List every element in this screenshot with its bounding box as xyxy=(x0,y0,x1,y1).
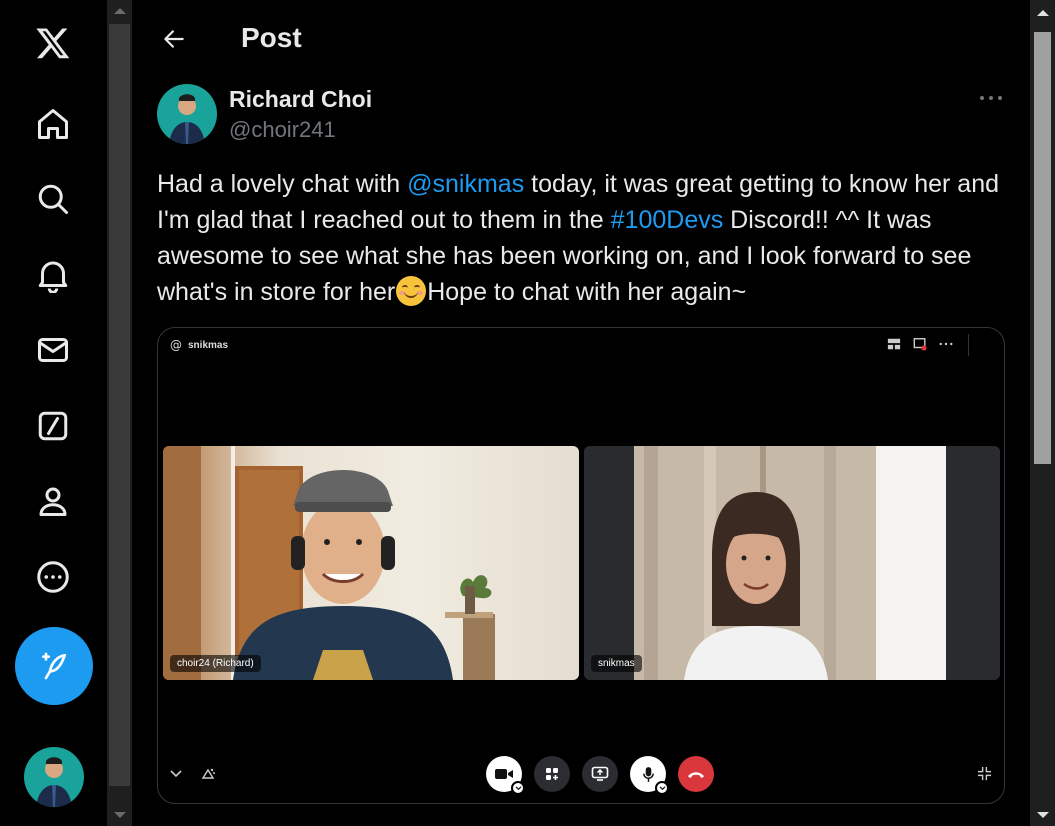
account-avatar[interactable] xyxy=(24,747,84,807)
search-icon[interactable] xyxy=(24,170,82,228)
layout-grid-icon xyxy=(886,336,902,352)
scrollbar-thumb[interactable] xyxy=(109,24,130,786)
profile-icon[interactable] xyxy=(24,472,82,530)
at-sign-icon: @ xyxy=(170,338,182,352)
microphone-icon xyxy=(642,766,654,782)
call-username: snikmas xyxy=(188,339,229,351)
left-nav xyxy=(0,0,107,826)
post-text: Had a lovely chat with @snikmas today, i… xyxy=(157,166,1007,310)
post-text-segment: Hope to chat with her again~ xyxy=(427,278,747,306)
call-header: @ snikmas xyxy=(170,338,228,352)
hang-up-button xyxy=(678,756,714,792)
home-icon[interactable] xyxy=(24,95,82,153)
left-scrollbar[interactable] xyxy=(107,0,132,826)
grok-icon[interactable] xyxy=(24,397,82,455)
chevron-down-icon xyxy=(655,781,669,795)
author-avatar[interactable] xyxy=(157,84,217,144)
more-icon[interactable] xyxy=(24,548,82,606)
hashtag-link[interactable]: #100Devs xyxy=(611,206,724,234)
page-title: Post xyxy=(241,22,302,53)
screen-share-icon xyxy=(591,766,609,781)
phone-hangup-icon xyxy=(687,771,705,778)
exit-fullscreen-icon xyxy=(977,766,992,781)
chevron-down-icon xyxy=(511,781,525,795)
scroll-down-arrow-icon[interactable] xyxy=(114,812,126,818)
camera-toggle-button xyxy=(486,756,525,795)
scroll-down-arrow-icon[interactable] xyxy=(1037,812,1049,818)
activities-icon xyxy=(546,768,558,780)
participant-name-badge: choir24 (Richard) xyxy=(170,655,261,672)
microphone-toggle-button xyxy=(630,756,669,795)
back-button[interactable] xyxy=(155,20,193,58)
messages-icon[interactable] xyxy=(24,321,82,379)
participant-name-badge: snikmas xyxy=(591,655,642,672)
video-tile-richard: choir24 (Richard) xyxy=(163,446,579,680)
call-bottom-left xyxy=(170,766,216,782)
post-more-button[interactable] xyxy=(977,86,1005,110)
participant-video-image xyxy=(584,446,1000,680)
post-header: Post xyxy=(133,0,1030,78)
post-media-image[interactable]: @ snikmas choir24 (Richard) snikmas xyxy=(157,327,1005,804)
divider xyxy=(968,334,969,356)
more-dots-icon xyxy=(980,96,1002,100)
author-handle[interactable]: @choir241 xyxy=(229,117,336,143)
author-name[interactable]: Richard Choi xyxy=(229,86,372,113)
mention-link[interactable]: @snikmas xyxy=(407,170,524,198)
call-controls xyxy=(486,756,714,795)
more-dots-icon xyxy=(938,336,954,352)
compose-post-button[interactable] xyxy=(15,627,93,705)
scroll-up-arrow-icon[interactable] xyxy=(1037,10,1049,16)
scroll-up-arrow-icon[interactable] xyxy=(114,8,126,14)
popout-icon xyxy=(912,336,928,352)
call-top-controls xyxy=(886,336,954,352)
chevron-down-icon xyxy=(170,770,182,778)
post-text-segment: Had a lovely chat with xyxy=(157,170,408,198)
notifications-icon[interactable] xyxy=(24,246,82,304)
participant-video-image xyxy=(163,446,495,680)
video-tile-snikmas: snikmas xyxy=(584,446,1000,680)
call-bottom-right xyxy=(977,766,992,786)
camera-icon xyxy=(495,769,513,779)
arrow-left-icon xyxy=(164,30,184,48)
soundboard-icon xyxy=(201,768,215,779)
activities-button xyxy=(534,756,570,792)
right-scrollbar[interactable] xyxy=(1030,0,1055,826)
smiling-face-emoji-icon xyxy=(396,276,427,306)
main-column: Post Richard Choi @choir241 Had a lovely… xyxy=(133,0,1030,826)
x-logo-icon[interactable] xyxy=(24,14,82,72)
screen-share-button xyxy=(582,756,618,792)
scrollbar-thumb[interactable] xyxy=(1034,32,1051,464)
